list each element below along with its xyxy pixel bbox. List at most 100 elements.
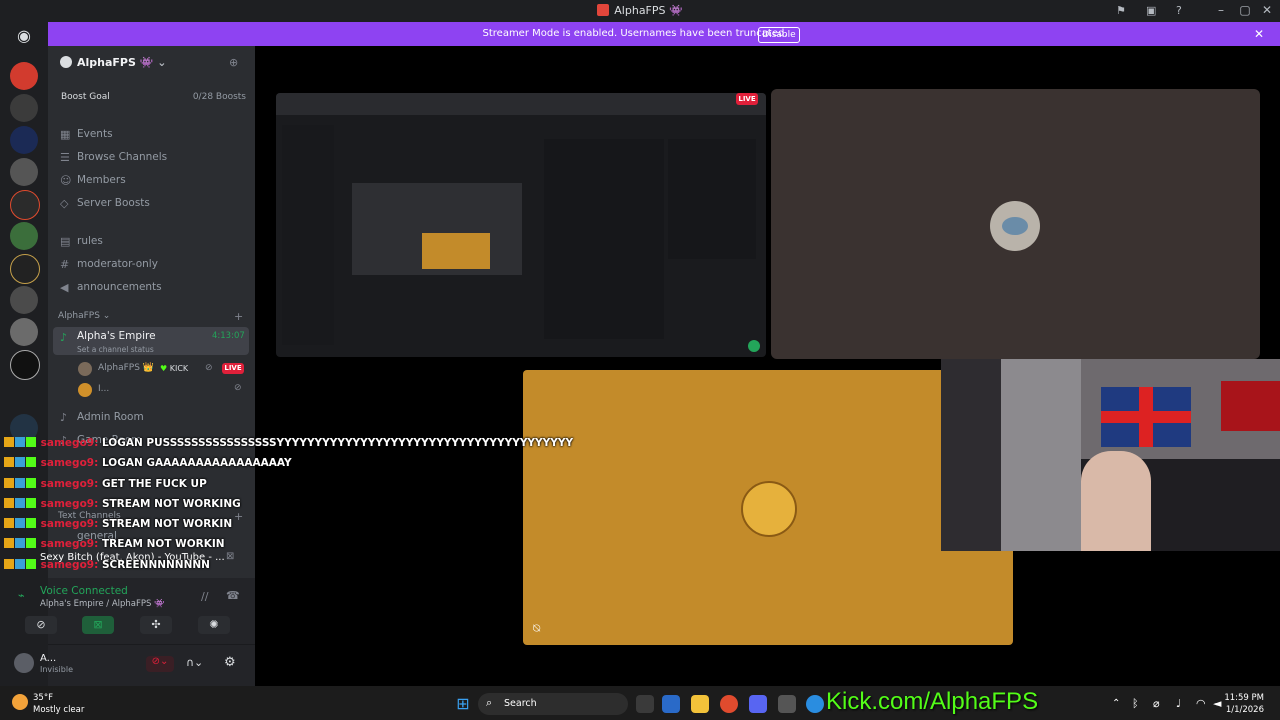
screen-share-tile[interactable]: LIVE	[276, 93, 766, 357]
badge-icon	[15, 518, 25, 528]
badge-icon	[4, 457, 14, 467]
microphone-icon[interactable]: ♩	[1176, 697, 1181, 710]
banner-close-icon[interactable]: ✕	[1254, 27, 1264, 41]
search-icon: ⌕	[486, 696, 493, 709]
shared-screen-gold	[422, 233, 490, 269]
noise-suppression-icon[interactable]: ∕∕	[201, 590, 208, 603]
badge-icon	[4, 437, 14, 447]
menu-members[interactable]: Members	[77, 174, 126, 186]
badge-icon	[26, 559, 36, 569]
voice-location[interactable]: Alpha's Empire / AlphaFPS 👾	[40, 599, 165, 609]
camera-off-button[interactable]: ⊘	[25, 616, 57, 634]
badge-icon	[15, 478, 25, 488]
file-explorer-icon[interactable]	[691, 695, 709, 713]
edge-icon[interactable]	[806, 695, 824, 713]
weather-temp[interactable]: 35°F	[33, 693, 53, 703]
badge-icon	[4, 498, 14, 508]
red-flag	[1221, 381, 1280, 431]
server-icon[interactable]	[10, 190, 40, 220]
close-window-button[interactable]: ✕	[1256, 3, 1278, 17]
inbox-icon[interactable]: ⚑	[1116, 4, 1130, 18]
server-icon[interactable]	[10, 254, 40, 284]
server-icon[interactable]	[10, 94, 38, 122]
voice-user-name[interactable]: I...	[98, 384, 109, 394]
server-icon[interactable]	[10, 286, 38, 314]
wifi-icon[interactable]: ◠	[1196, 697, 1206, 710]
voice-user-name[interactable]: AlphaFPS 👑	[98, 363, 154, 373]
server-icon[interactable]	[10, 350, 40, 380]
taskbar-search[interactable]: ⌕ Search	[478, 693, 628, 715]
chat-message: samego9: LOGAN PUSSSSSSSSSSSSSSSSYYYYYYY…	[4, 437, 573, 455]
channel-admin-room[interactable]: Admin Room	[77, 411, 144, 423]
shared-screen-chat	[544, 139, 664, 339]
help-icon[interactable]: ?	[1176, 4, 1190, 18]
invite-people-icon[interactable]: ⊕	[229, 56, 238, 69]
server-name[interactable]: AlphaFPS 👾 ⌄	[77, 56, 167, 69]
weather-desc[interactable]: Mostly clear	[33, 705, 84, 715]
add-channel-icon[interactable]: +	[234, 310, 243, 323]
avatar	[741, 481, 797, 537]
category-alphafps[interactable]: AlphaFPS ⌄	[58, 311, 110, 321]
chat-message: samego9: STREAM NOT WORKING	[4, 498, 241, 516]
server-icon[interactable]	[10, 62, 38, 90]
disconnect-icon[interactable]: ☎	[226, 589, 240, 602]
speaker-icon: ♪	[60, 411, 68, 424]
webcam-overlay	[941, 359, 1280, 551]
badge-icon	[26, 457, 36, 467]
browse-icon: ☰	[60, 151, 70, 164]
soundboard-button[interactable]: ✺	[198, 616, 230, 634]
server-icon[interactable]	[10, 318, 38, 346]
task-view-icon[interactable]	[636, 695, 654, 713]
badge-icon	[15, 498, 25, 508]
screen-icon[interactable]: ▣	[1146, 4, 1160, 18]
user-name[interactable]: A...	[40, 653, 56, 664]
badge-icon	[15, 437, 25, 447]
disable-streamer-mode-button[interactable]: Disable	[758, 27, 800, 43]
deafened-icon: ⊘	[234, 383, 242, 393]
menu-events[interactable]: Events	[77, 128, 113, 140]
badge-icon	[4, 559, 14, 569]
discord-home-icon[interactable]: ◉	[10, 26, 38, 54]
start-button-icon[interactable]: ⊞	[454, 695, 472, 713]
discord-taskbar-icon[interactable]	[749, 695, 767, 713]
clock-time[interactable]: 11:59 PM	[1222, 693, 1264, 703]
voice-connected-status[interactable]: Voice Connected	[40, 585, 128, 597]
volume-icon[interactable]: ◄	[1213, 697, 1221, 710]
menu-browse-channels[interactable]: Browse Channels	[77, 151, 167, 163]
shared-screen-panel	[668, 139, 756, 259]
badge-icon	[4, 538, 14, 548]
tray-chevron-icon[interactable]: ⌃	[1112, 698, 1120, 709]
hash-icon: #	[60, 258, 70, 271]
avatar[interactable]	[14, 653, 34, 673]
boost-icon: ◇	[60, 197, 69, 210]
settings-gear-icon[interactable]: ⚙	[224, 655, 236, 670]
close-icon[interactable]: ⊠	[226, 551, 234, 562]
boost-goal[interactable]: Boost Goal 0/28 Boosts	[54, 88, 248, 108]
maximize-button[interactable]: ▢	[1234, 3, 1256, 17]
chat-message: samego9: TREAM NOT WORKIN	[4, 538, 225, 556]
badge-icon	[4, 518, 14, 528]
chat-message: samego9: LOGAN GAAAAAAAAAAAAAAAAY	[4, 457, 292, 475]
headphones-icon[interactable]: ∩⌄	[186, 656, 203, 669]
channel-rules[interactable]: rules	[77, 235, 103, 247]
network-off-icon[interactable]: ⌀	[1153, 697, 1160, 710]
server-icon[interactable]	[10, 222, 38, 250]
steam-icon[interactable]	[778, 695, 796, 713]
store-icon[interactable]	[662, 695, 680, 713]
channel-announcements[interactable]: announcements	[77, 281, 162, 293]
live-badge: LIVE	[222, 363, 244, 374]
chrome-icon[interactable]	[720, 695, 738, 713]
server-icon[interactable]	[10, 126, 38, 154]
activities-button[interactable]: ✣	[140, 616, 172, 634]
members-icon: ☺	[60, 174, 72, 187]
speaker-icon: ♪	[60, 331, 68, 344]
server-icon[interactable]	[10, 158, 38, 186]
channel-status[interactable]: Set a channel status	[77, 345, 154, 354]
clock-date[interactable]: 1/1/2026	[1222, 705, 1264, 715]
minimize-button[interactable]: –	[1210, 3, 1232, 17]
screen-share-button[interactable]: ⊠	[82, 616, 114, 634]
mute-mic-button[interactable]: ⊘⌄	[146, 656, 174, 672]
menu-server-boosts[interactable]: Server Boosts	[77, 197, 150, 209]
bluetooth-icon[interactable]: ᛒ	[1132, 697, 1139, 710]
channel-moderator-only[interactable]: moderator-only	[77, 258, 158, 270]
